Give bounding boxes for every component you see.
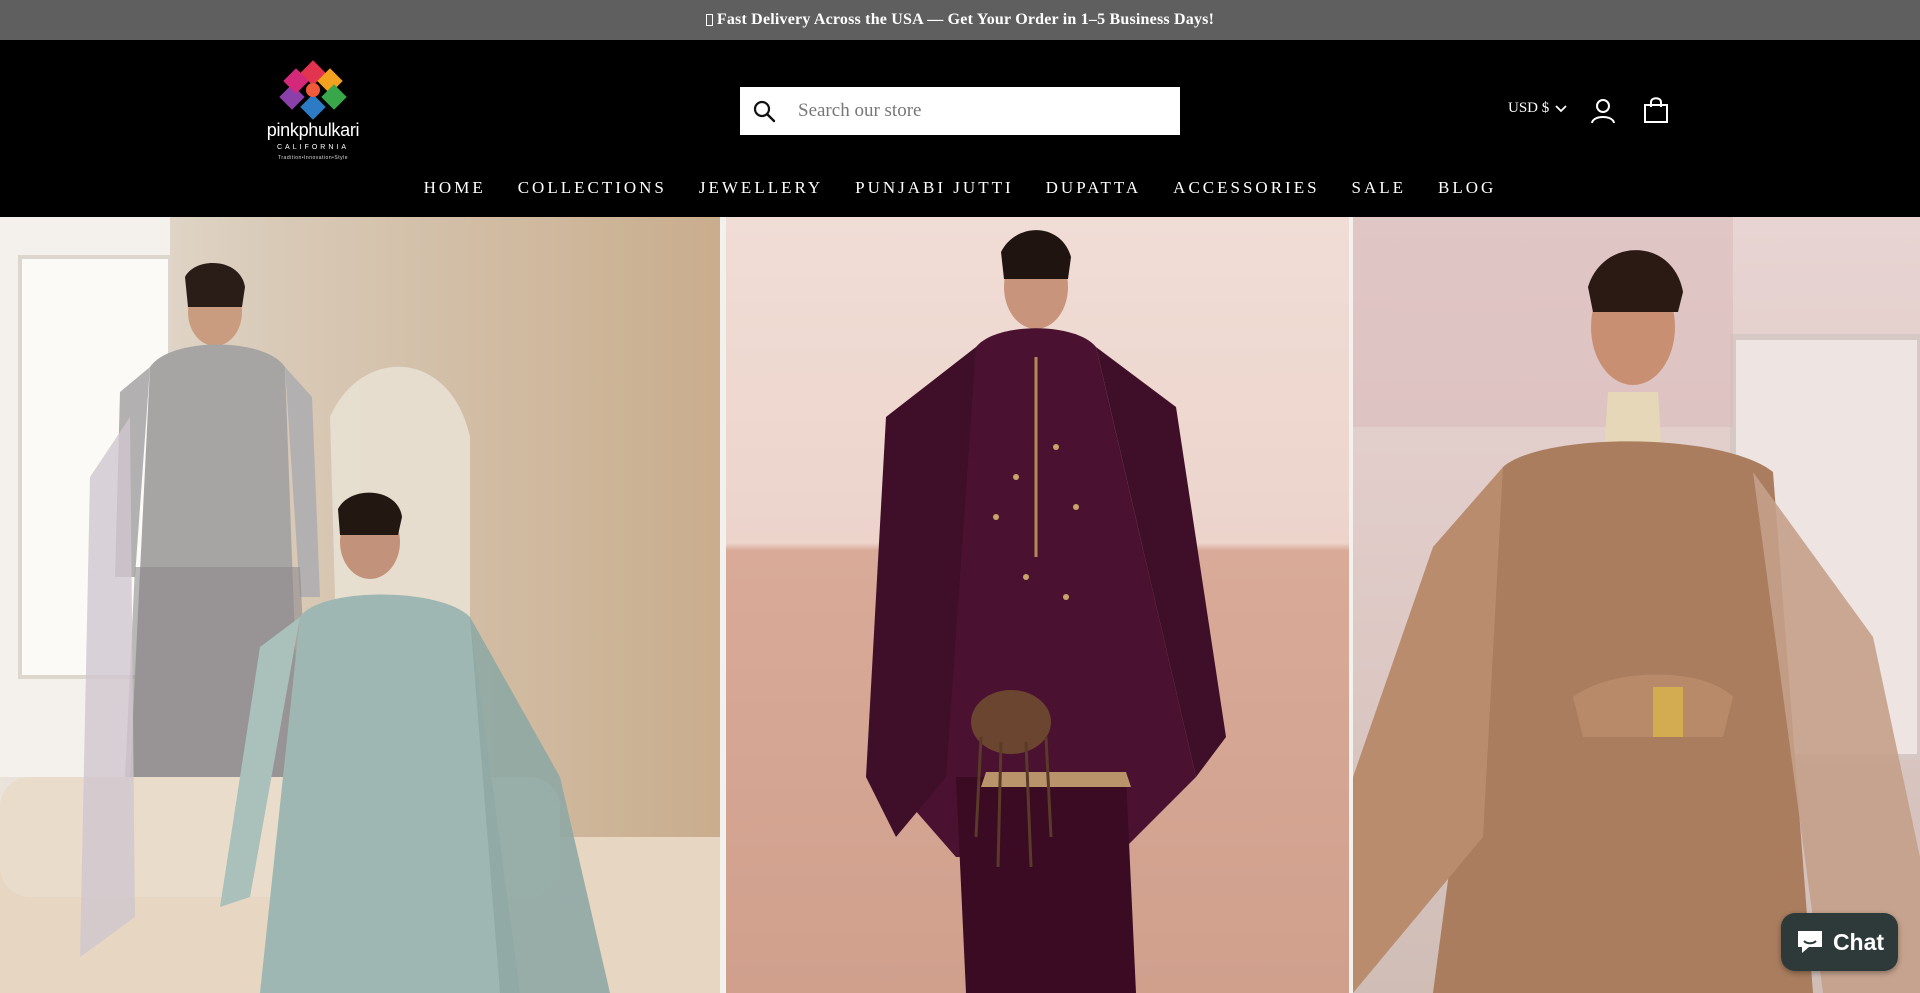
nav-item-collections[interactable]: COLLECTIONS	[518, 178, 667, 198]
nav-item-sale[interactable]: SALE	[1352, 178, 1407, 198]
user-icon	[1591, 99, 1615, 124]
hero-image-right[interactable]	[1353, 217, 1920, 993]
search-bar	[740, 87, 1180, 135]
chat-button[interactable]: Chat	[1781, 913, 1898, 971]
hero-center-illustration	[866, 230, 1226, 993]
shopping-bag-icon	[1644, 97, 1668, 123]
hero-left-illustration	[0, 217, 720, 993]
chevron-down-icon	[1555, 104, 1567, 112]
announcement-text: Fast Delivery Across the USA — Get Your …	[716, 11, 1215, 28]
announcement-bar: Fast Delivery Across the USA — Get Your …	[0, 0, 1920, 40]
logo-sub: CALIFORNIA	[276, 144, 349, 151]
logo-flower-icon	[279, 60, 347, 120]
logo-name: pinkphulkari	[266, 120, 360, 140]
logo-tagline: Tradition•Innovation•Style	[278, 155, 348, 161]
hero-image-center[interactable]	[726, 217, 1349, 993]
search-button[interactable]	[740, 87, 788, 135]
nav-item-accessories[interactable]: ACCESSORIES	[1173, 178, 1319, 198]
nav-item-home[interactable]: HOME	[424, 178, 486, 198]
search-input[interactable]	[788, 87, 1180, 135]
cart-button[interactable]	[1643, 96, 1669, 124]
currency-selector[interactable]: USD $	[1508, 100, 1567, 117]
hero-right-illustration	[1353, 217, 1920, 993]
search-icon	[753, 100, 776, 123]
hero-image-left[interactable]	[0, 217, 720, 993]
nav-item-punjabi-jutti[interactable]: PUNJABI JUTTI	[855, 178, 1013, 198]
truck-icon	[705, 14, 713, 26]
nav-item-blog[interactable]: BLOG	[1438, 178, 1496, 198]
logo[interactable]: pinkphulkari CALIFORNIA Tradition•Innova…	[258, 58, 368, 166]
account-button[interactable]	[1590, 98, 1616, 124]
hero-banner[interactable]	[0, 217, 1920, 993]
nav-item-dupatta[interactable]: DUPATTA	[1046, 178, 1142, 198]
nav-item-jewellery[interactable]: JEWELLERY	[699, 178, 823, 198]
chat-label: Chat	[1832, 928, 1885, 955]
currency-label: USD $	[1508, 100, 1550, 116]
main-nav: HOME COLLECTIONS JEWELLERY PUNJABI JUTTI…	[0, 176, 1920, 200]
chat-bubble-icon	[1797, 931, 1822, 953]
